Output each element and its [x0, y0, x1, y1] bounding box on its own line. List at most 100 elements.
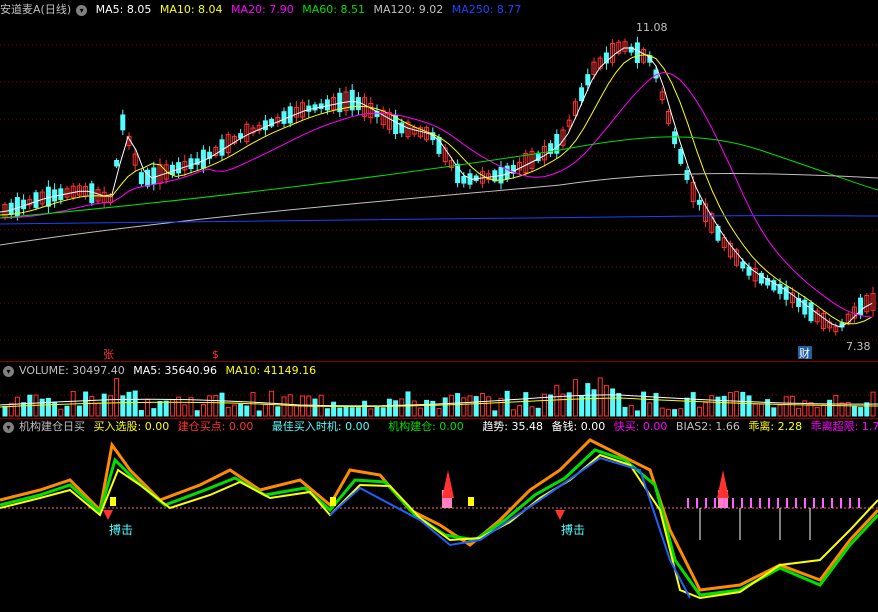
ma5-line — [0, 47, 873, 328]
strike-label-1: 搏击 — [109, 523, 133, 537]
candle-body — [287, 106, 293, 124]
candle-body — [783, 286, 789, 300]
volume-bar — [827, 399, 833, 417]
volume-bar — [796, 407, 802, 417]
volume-bar — [213, 395, 219, 417]
candle-body — [355, 97, 361, 111]
volume-bar — [858, 407, 864, 417]
volume-bar — [386, 398, 392, 417]
buy-arrow — [103, 510, 113, 520]
volume-bar — [771, 407, 777, 417]
volume-bar — [107, 395, 113, 417]
yellow-marker — [110, 497, 116, 506]
candle-body — [579, 87, 585, 102]
volume-bar — [393, 400, 399, 417]
volume-bar — [8, 402, 14, 417]
volume-bar — [678, 408, 684, 417]
volume-bar — [343, 405, 349, 417]
volume-bar — [616, 393, 622, 417]
volume-bar — [101, 393, 107, 417]
volume-bar — [151, 408, 157, 417]
volume-bar — [814, 406, 820, 417]
candle-body — [324, 99, 330, 111]
candle-body — [138, 172, 144, 185]
volume-bar — [138, 410, 144, 417]
volume-bar — [777, 404, 783, 417]
zhang-tag[interactable]: 张 — [103, 348, 114, 361]
volume-bar — [703, 402, 709, 417]
volume-bar — [405, 391, 411, 417]
volume-bar — [672, 409, 678, 417]
strike-label-2: 搏击 — [561, 523, 585, 537]
orange-curve — [0, 438, 878, 592]
volume-bar — [659, 407, 665, 417]
candle-body — [672, 131, 678, 145]
volume-bar — [349, 407, 355, 417]
kline-chart[interactable]: 11.08 7.38 张 $ 财 搏击 搏击 — [0, 0, 878, 612]
volume-bar — [746, 395, 752, 417]
volume-bar — [535, 407, 541, 417]
volume-bar — [355, 407, 361, 417]
volume-bar — [417, 407, 423, 417]
volume-bar — [529, 406, 535, 417]
ma20-line — [0, 71, 873, 318]
moving-average-lines — [0, 47, 878, 328]
candle-body — [21, 199, 27, 210]
candle-body — [114, 159, 120, 167]
volume-bar — [510, 409, 516, 417]
volume-bar — [194, 410, 200, 417]
volume-bar — [758, 403, 764, 417]
volume-bar — [727, 391, 733, 417]
volume-bar — [324, 408, 330, 417]
volume-bar — [200, 403, 206, 417]
volume-bar — [479, 393, 485, 417]
volume-bar — [442, 397, 448, 417]
volume-bar — [839, 402, 845, 417]
volume-bar — [275, 406, 281, 417]
volume-bar — [467, 395, 473, 417]
volume-bar — [641, 391, 647, 417]
volume-bar — [585, 383, 591, 417]
candle-body — [219, 139, 225, 156]
candle-body — [312, 104, 318, 111]
candle-body — [678, 148, 684, 164]
dollar-tag[interactable]: $ — [212, 348, 219, 361]
volume-bar — [603, 385, 609, 417]
volume-bar — [473, 396, 479, 417]
candle-body — [281, 111, 287, 124]
candle-body — [52, 189, 58, 202]
signal-spike — [717, 470, 729, 498]
buy-arrow — [555, 510, 565, 520]
volume-bar — [182, 404, 188, 417]
yellow-marker — [468, 497, 474, 506]
volume-bar — [740, 391, 746, 417]
volume-bar — [690, 392, 696, 417]
volume-bar — [486, 396, 492, 417]
volume-bar — [231, 404, 237, 417]
candle-body — [200, 149, 206, 169]
volume-bar — [132, 390, 138, 417]
volume-bar — [665, 408, 671, 417]
volume-bar — [374, 406, 380, 417]
volume-bar — [554, 384, 560, 417]
volume-bar — [523, 392, 529, 417]
candle-body — [89, 183, 95, 204]
volume-bar — [64, 405, 70, 417]
volume-bars[interactable] — [0, 377, 878, 417]
volume-bar — [517, 404, 523, 417]
volume-bar — [647, 402, 653, 417]
volume-bar — [225, 406, 231, 417]
candle-body — [176, 162, 182, 174]
volume-bar — [256, 410, 262, 417]
volume-bar — [58, 408, 64, 417]
volume-bar — [368, 408, 374, 417]
cai-tag[interactable]: 财 — [799, 346, 810, 360]
volume-bar — [634, 410, 640, 417]
signal-spike — [442, 470, 454, 498]
price-high-label: 11.08 — [636, 21, 668, 34]
volume-bar — [436, 408, 442, 417]
candle-body — [45, 186, 51, 207]
candle-body — [740, 261, 746, 269]
candle-body — [58, 188, 64, 201]
volume-bar — [783, 396, 789, 417]
